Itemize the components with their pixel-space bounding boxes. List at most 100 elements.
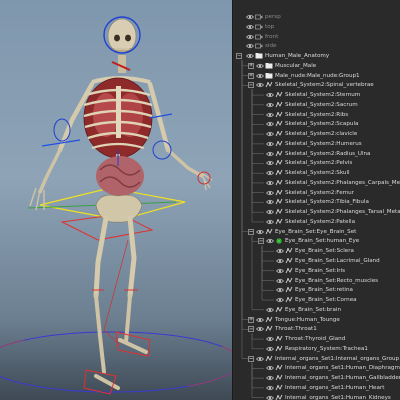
outliner-row[interactable]: − Internal_organs_Set1:Internal_organs_Gr… — [233, 354, 400, 364]
outliner-row[interactable]: − Eye_Brain_Set:human_Eye — [233, 236, 400, 246]
collapse-toggle[interactable]: − — [248, 228, 254, 235]
visibility-icon[interactable] — [276, 286, 284, 294]
visibility-icon[interactable] — [266, 364, 274, 372]
outliner-row[interactable]: side — [233, 41, 400, 51]
visibility-icon[interactable] — [266, 140, 274, 148]
visibility-icon[interactable] — [266, 237, 274, 245]
visibility-icon[interactable] — [266, 101, 274, 109]
outliner-row[interactable]: Eye_Brain_Set:Cornea — [233, 295, 400, 305]
left-leg[interactable] — [93, 215, 120, 390]
visibility-icon[interactable] — [256, 325, 264, 333]
outliner-row[interactable]: − Human_Male_Anatomy — [233, 51, 400, 61]
visibility-icon[interactable] — [266, 335, 274, 343]
visibility-icon[interactable] — [256, 316, 264, 324]
outliner-row[interactable]: Skeletal_System2:Patella — [233, 217, 400, 227]
visibility-icon[interactable] — [266, 208, 274, 216]
outliner-row[interactable]: − Eye_Brain_Set:Eye_Brain_Set — [233, 227, 400, 237]
left-arm[interactable] — [29, 81, 95, 211]
mesh-icon — [275, 365, 283, 371]
visibility-icon[interactable] — [276, 296, 284, 304]
visibility-icon[interactable] — [266, 111, 274, 119]
visibility-icon[interactable] — [266, 150, 274, 158]
collapse-toggle[interactable]: − — [248, 355, 254, 362]
visibility-icon[interactable] — [266, 91, 274, 99]
outliner-row[interactable]: − Skeletal_System2:Spinal_vertebrae — [233, 80, 400, 90]
expand-toggle[interactable]: + — [248, 316, 254, 323]
visibility-icon[interactable] — [246, 42, 254, 50]
outliner-row[interactable]: + Muscular_Male — [233, 61, 400, 71]
outliner-row[interactable]: Internal_organs_Set1:Human_Gallbladder — [233, 373, 400, 383]
collapse-toggle[interactable]: − — [258, 238, 264, 245]
visibility-icon[interactable] — [256, 355, 264, 363]
outliner-row[interactable]: + Male_nude:Male_nude:Group1 — [233, 71, 400, 81]
outliner-row[interactable]: Skeletal_System2:Skull — [233, 168, 400, 178]
outliner-row[interactable]: Skeletal_System2:Scapula — [233, 119, 400, 129]
mesh-icon — [275, 189, 283, 195]
outliner-row[interactable]: Skeletal_System2:Sternum — [233, 90, 400, 100]
outliner-row[interactable]: Internal_organs_Set1:Human_Heart — [233, 383, 400, 393]
outliner-row[interactable]: Skeletal_System2:Femur — [233, 188, 400, 198]
outliner-row[interactable]: Eye_Brain_Set:Recto_muscles — [233, 276, 400, 286]
outliner-row[interactable]: Skeletal_System2:Humerus — [233, 139, 400, 149]
outliner-row[interactable]: Internal_organs_Set1:Human_Diaphragm — [233, 363, 400, 373]
visibility-icon[interactable] — [276, 267, 284, 275]
outliner-row[interactable]: top — [233, 22, 400, 32]
visibility-icon[interactable] — [266, 374, 274, 382]
visibility-icon[interactable] — [246, 33, 254, 41]
visibility-icon[interactable] — [246, 52, 254, 60]
visibility-icon[interactable] — [266, 159, 274, 167]
outliner-row[interactable]: persp — [233, 12, 400, 22]
visibility-icon[interactable] — [266, 120, 274, 128]
visibility-icon[interactable] — [256, 81, 264, 89]
outliner-row[interactable]: Internal_organs_Set1:Human_Kidneys — [233, 393, 400, 400]
collapse-toggle[interactable]: − — [248, 326, 254, 333]
visibility-icon[interactable] — [256, 62, 264, 70]
collapse-toggle[interactable]: − — [236, 53, 242, 60]
intestines[interactable] — [96, 156, 144, 196]
outliner-row[interactable]: Eye_Brain_Set:Iris — [233, 266, 400, 276]
visibility-icon[interactable] — [266, 198, 274, 206]
outliner-row[interactable]: Skeletal_System2:Sacrum — [233, 100, 400, 110]
outliner-row[interactable]: Skeletal_System2:Radius_Ulna — [233, 149, 400, 159]
expand-toggle[interactable]: + — [248, 72, 254, 79]
3d-viewport[interactable] — [0, 0, 232, 400]
visibility-icon[interactable] — [276, 247, 284, 255]
visibility-icon[interactable] — [266, 218, 274, 226]
visibility-icon[interactable] — [256, 228, 264, 236]
expand-toggle[interactable]: + — [248, 62, 254, 69]
outliner-row[interactable]: − Throat:Throat1 — [233, 324, 400, 334]
outliner-row[interactable]: Skeletal_System2:Phalanges_Carpals_Metac — [233, 178, 400, 188]
visibility-icon[interactable] — [246, 23, 254, 31]
outliner-row[interactable]: Respiratory_System:Trachea1 — [233, 344, 400, 354]
pelvis[interactable] — [95, 194, 143, 223]
outliner-row[interactable]: + Tongue:Human_Tounge — [233, 315, 400, 325]
outliner-row[interactable]: Skeletal_System2:Pelvis — [233, 158, 400, 168]
visibility-icon[interactable] — [246, 13, 254, 21]
outliner-row[interactable]: Throat:Thyroid_Gland — [233, 334, 400, 344]
visibility-icon[interactable] — [276, 277, 284, 285]
outliner-row[interactable]: Eye_Brain_Set:retina — [233, 285, 400, 295]
visibility-icon[interactable] — [266, 306, 274, 314]
outliner-row[interactable]: Eye_Brain_Set:brain — [233, 305, 400, 315]
outliner-row[interactable]: Skeletal_System2:clavicle — [233, 129, 400, 139]
outliner-row[interactable]: front — [233, 32, 400, 42]
foot-control-left[interactable] — [83, 369, 117, 395]
outliner-row[interactable]: Eye_Brain_Set:Sclera — [233, 246, 400, 256]
visibility-icon[interactable] — [266, 189, 274, 197]
outliner-row[interactable]: Eye_Brain_Set:Lacrimal_Gland — [233, 256, 400, 266]
visibility-icon[interactable] — [266, 179, 274, 187]
skull[interactable] — [107, 18, 137, 54]
outliner-row[interactable]: Skeletal_System2:Phalanges_Tarsal_Metata… — [233, 207, 400, 217]
visibility-icon[interactable] — [266, 394, 274, 400]
collapse-toggle[interactable]: − — [248, 82, 254, 89]
visibility-icon[interactable] — [276, 257, 284, 265]
outliner-row[interactable]: Skeletal_System2:Ribs — [233, 110, 400, 120]
rib-cage[interactable] — [83, 77, 153, 159]
visibility-icon[interactable] — [256, 72, 264, 80]
outliner-row[interactable]: Skeletal_System2:Tibia_Fibula — [233, 197, 400, 207]
visibility-icon[interactable] — [266, 169, 274, 177]
visibility-icon[interactable] — [266, 345, 274, 353]
visibility-icon[interactable] — [266, 384, 274, 392]
right-arm[interactable] — [147, 81, 213, 191]
visibility-icon[interactable] — [266, 130, 274, 138]
